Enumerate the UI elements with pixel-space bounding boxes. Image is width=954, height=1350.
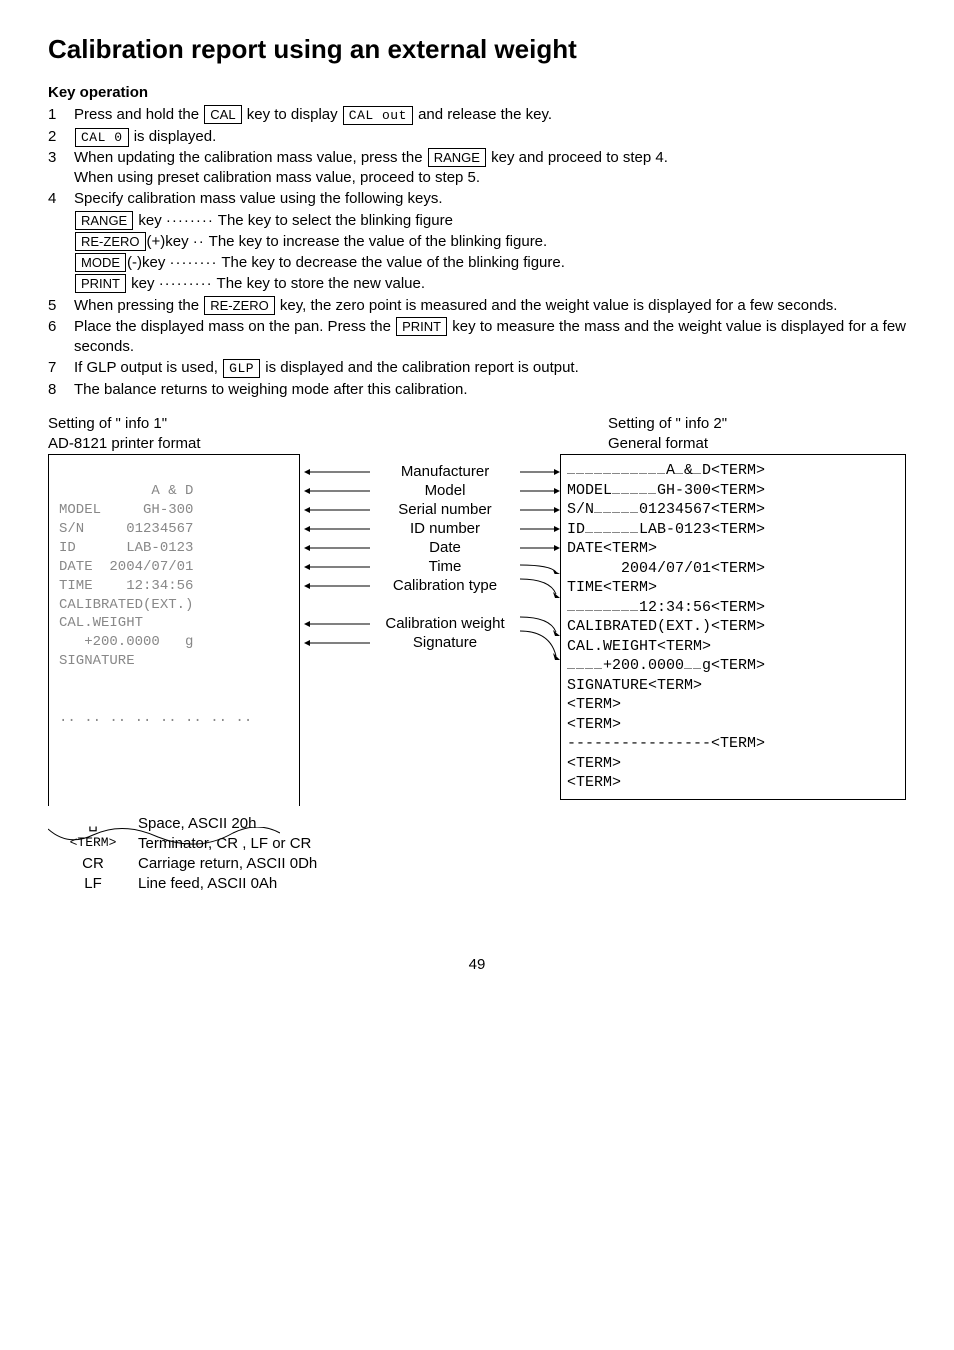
step-num: 7	[48, 358, 74, 378]
key-rezero: RE-ZERO	[75, 232, 146, 251]
text: If GLP output is used,	[74, 359, 222, 376]
text: When using preset calibration mass value…	[74, 169, 480, 186]
page-number: 49	[48, 955, 906, 975]
text: The key to increase the value of the bli…	[205, 233, 547, 250]
text: key, the zero point is measured and the …	[280, 297, 838, 314]
step-num: 5	[48, 296, 74, 316]
text: When pressing the	[74, 297, 203, 314]
dots: ··	[193, 233, 205, 250]
label-serial: Serial number	[370, 500, 520, 520]
step-num: 4	[48, 189, 74, 294]
keyop-heading: Key operation	[48, 83, 906, 103]
label-calweight: Calibration weight	[370, 614, 520, 634]
text: Place the displayed mass on the pan. Pre…	[74, 318, 395, 335]
key-mode: MODE	[75, 253, 126, 272]
text: key	[127, 275, 159, 292]
step-num: 1	[48, 105, 74, 125]
label-caltype: Calibration type	[370, 576, 520, 596]
text: (-)key	[127, 254, 170, 271]
dots: ········	[166, 212, 214, 229]
key-range: RANGE	[428, 148, 486, 167]
text: Press and hold the	[74, 106, 203, 123]
page-title: Calibration report using an external wei…	[48, 32, 906, 67]
text: Specify calibration mass value using the…	[74, 190, 443, 207]
text: When updating the calibration mass value…	[74, 149, 427, 166]
dots: ········	[170, 254, 218, 271]
key-print: PRINT	[396, 317, 447, 336]
text: The key to decrease the value of the bli…	[217, 254, 564, 271]
left-setting-label: Setting of " info 1"	[48, 414, 348, 434]
label-date: Date	[370, 538, 520, 558]
key-cal: CAL	[204, 105, 241, 124]
text: is displayed.	[134, 128, 217, 145]
text: key to display	[247, 106, 342, 123]
label-model: Model	[370, 481, 520, 501]
text: key and proceed to step 4.	[491, 149, 668, 166]
step-num: 6	[48, 317, 74, 358]
text: key	[134, 212, 166, 229]
step-num: 3	[48, 148, 74, 189]
text: The balance returns to weighing mode aft…	[74, 381, 468, 398]
left-format-label: AD-8121 printer format	[48, 434, 348, 454]
text: The key to select the blinking figure	[214, 212, 453, 229]
display-glp: GLP	[223, 359, 260, 378]
field-labels: Manufacturer Model Serial number ID numb…	[300, 454, 560, 652]
label-id: ID number	[370, 519, 520, 539]
label-manufacturer: Manufacturer	[370, 462, 520, 482]
step-num: 8	[48, 380, 74, 400]
format-diagram: A & D MODEL GH-300 S/N 01234567 ID LAB-0…	[48, 454, 906, 805]
label-signature: Signature	[370, 633, 520, 653]
right-format-label: General format	[608, 434, 906, 454]
step-num: 2	[48, 127, 74, 147]
key-print: PRINT	[75, 274, 126, 293]
display-cal0: CAL 0	[75, 128, 129, 147]
serial-output-box: A&D<TERM> MODELGH-300<TERM> S/N01234567<…	[560, 454, 906, 800]
steps-list: 1 Press and hold the CAL key to display …	[48, 105, 906, 400]
display-calout: CAL out	[343, 106, 413, 125]
label-time: Time	[370, 557, 520, 577]
key-rezero: RE-ZERO	[204, 296, 275, 315]
text: The key to store the new value.	[213, 275, 425, 292]
printer-output-box: A & D MODEL GH-300 S/N 01234567 ID LAB-0…	[48, 454, 300, 805]
text: and release the key.	[418, 106, 552, 123]
text: (+)key	[147, 233, 193, 250]
key-range: RANGE	[75, 211, 133, 230]
dots: ·········	[159, 275, 213, 292]
text: is displayed and the calibration report …	[265, 359, 579, 376]
right-setting-label: Setting of " info 2"	[608, 414, 906, 434]
